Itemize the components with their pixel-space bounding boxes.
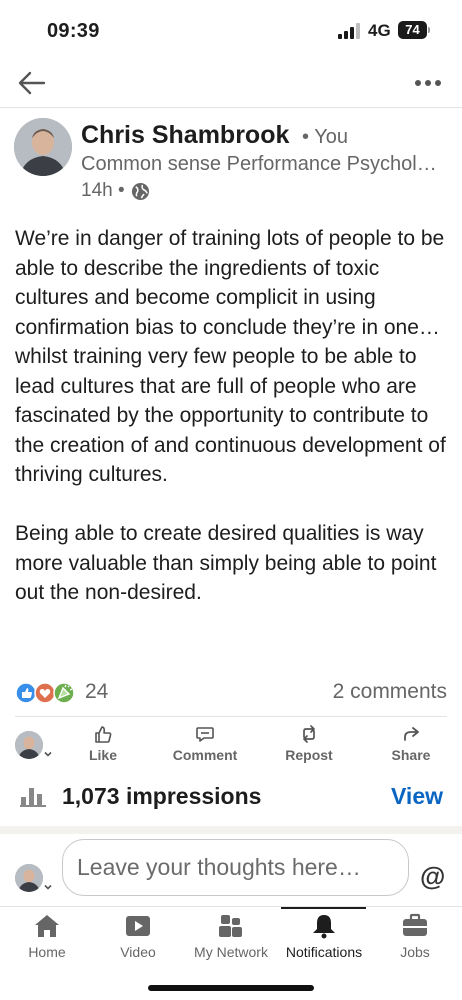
battery-level: 74 xyxy=(398,21,427,39)
like-icon xyxy=(15,682,37,704)
post-body: We’re in danger of training lots of peop… xyxy=(15,227,446,604)
share-button[interactable]: Share xyxy=(361,724,461,763)
tab-notifications[interactable]: Notifications xyxy=(280,913,368,960)
action-bar: Like Comment Repost Share xyxy=(50,724,462,768)
video-icon xyxy=(126,916,150,936)
actor-switcher[interactable] xyxy=(15,731,53,761)
comment-icon xyxy=(196,727,214,742)
impressions-count: 1,073 impressions xyxy=(62,783,262,809)
comment-label: Comment xyxy=(172,747,238,763)
view-analytics-link[interactable]: View xyxy=(391,783,443,810)
top-nav xyxy=(0,60,462,108)
avatar xyxy=(15,731,43,759)
signal-icon xyxy=(338,23,360,39)
tab-home[interactable]: Home xyxy=(22,913,72,960)
tab-notifications-label: Notifications xyxy=(285,944,363,960)
connection-degree: • You xyxy=(302,126,348,148)
analytics-icon xyxy=(20,788,46,807)
share-label: Share xyxy=(391,747,431,763)
status-bar: 09:39 4G 74 xyxy=(0,0,462,60)
network-type: 4G xyxy=(368,21,391,40)
comment-input[interactable] xyxy=(62,839,409,896)
status-time: 09:39 xyxy=(47,20,100,42)
commenter-avatar[interactable] xyxy=(15,864,53,894)
tab-network-label: My Network xyxy=(194,944,268,960)
celebrate-icon xyxy=(53,682,75,704)
tab-jobs[interactable]: Jobs xyxy=(395,913,435,960)
author-avatar[interactable] xyxy=(14,118,72,176)
briefcase-icon xyxy=(403,913,427,936)
tab-video-label: Video xyxy=(120,944,156,960)
home-icon xyxy=(35,915,59,937)
arrow-left-icon[interactable] xyxy=(18,70,46,96)
ellipsis-icon[interactable] xyxy=(414,79,442,87)
post-time: 14h • xyxy=(81,180,125,201)
tab-video[interactable]: Video xyxy=(113,913,163,960)
people-icon xyxy=(219,915,242,937)
tab-jobs-label: Jobs xyxy=(400,944,430,960)
post-meta: 14h • xyxy=(81,180,150,202)
globe-icon xyxy=(131,182,149,200)
repost-button[interactable]: Repost xyxy=(259,724,359,763)
tab-home-label: Home xyxy=(28,944,66,960)
reaction-count[interactable]: 24 xyxy=(85,680,108,704)
battery-icon: 74 xyxy=(398,21,430,39)
home-indicator xyxy=(148,985,314,991)
mention-icon[interactable]: @ xyxy=(420,861,445,892)
avatar xyxy=(15,864,43,892)
section-divider xyxy=(0,826,462,834)
author-name[interactable]: Chris Shambrook xyxy=(81,121,289,150)
love-icon xyxy=(34,682,56,704)
bell-icon xyxy=(313,915,335,939)
comment-button[interactable]: Comment xyxy=(155,724,255,763)
tab-my-network[interactable]: My Network xyxy=(188,913,274,960)
active-tab-indicator xyxy=(281,907,366,909)
repost-label: Repost xyxy=(285,747,333,763)
like-button[interactable]: Like xyxy=(53,724,153,763)
reaction-icons[interactable] xyxy=(15,682,79,704)
thumbs-up-icon xyxy=(95,726,112,743)
share-icon xyxy=(404,727,419,741)
author-headline: Common sense Performance Psychology xyxy=(81,153,446,175)
divider xyxy=(15,716,447,717)
like-label: Like xyxy=(88,747,117,763)
chevron-down-icon xyxy=(43,882,53,892)
repost-icon xyxy=(303,725,315,743)
comments-count[interactable]: 2 comments xyxy=(333,680,447,704)
